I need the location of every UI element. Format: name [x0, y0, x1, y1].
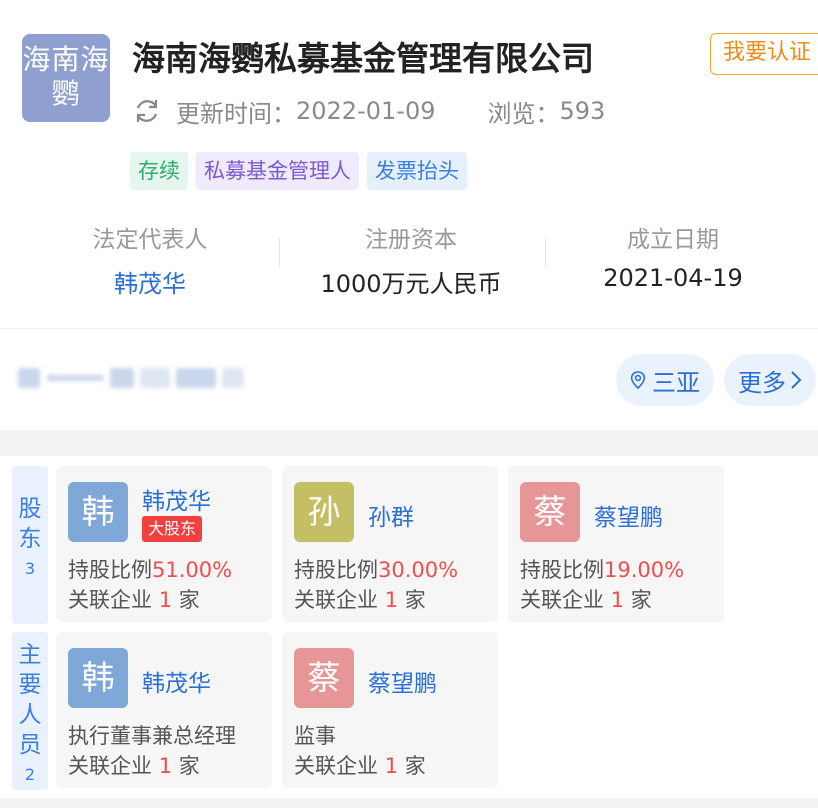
company-logo-text: 海南海鹦: [22, 43, 110, 110]
more-label: 更多: [738, 368, 786, 397]
views-value: 593: [559, 97, 606, 125]
related-companies[interactable]: 关联企业 1 家: [294, 750, 426, 780]
more-button[interactable]: 更多: [724, 354, 816, 406]
section-label-char: 主: [18, 642, 42, 668]
refresh-icon[interactable]: [132, 96, 162, 126]
shareholders-count: 3: [24, 559, 36, 578]
divider: [0, 328, 818, 329]
shareholder-card[interactable]: 韩 韩茂华 大股东 持股比例51.00% 关联企业 1 家: [56, 466, 272, 622]
section-label-char: 员: [18, 732, 42, 758]
company-logo: 海南海鹦: [22, 34, 110, 122]
updated-value: 2022-01-09: [296, 97, 436, 125]
tag-status[interactable]: 存续: [130, 152, 188, 190]
person-name[interactable]: 蔡望鹏: [368, 664, 437, 698]
section-separator: [0, 430, 818, 456]
avatar: 韩: [68, 648, 128, 708]
section-label-char: 股: [18, 496, 42, 522]
founded-block: 成立日期 2021-04-19: [538, 220, 808, 292]
location-city: 三亚: [652, 368, 700, 397]
company-name: 海南海鹦私募基金管理有限公司: [132, 39, 594, 78]
avatar: 蔡: [294, 648, 354, 708]
tag-invoice[interactable]: 发票抬头: [367, 152, 467, 190]
capital-label: 注册资本: [365, 227, 457, 253]
avatar: 孙: [294, 482, 354, 542]
section-label-char: 人: [18, 702, 42, 728]
legal-rep-block: 法定代表人 韩茂华: [15, 220, 285, 299]
related-companies[interactable]: 关联企业 1 家: [68, 584, 200, 614]
blurred-content: [18, 368, 244, 388]
major-shareholder-badge: 大股东: [142, 516, 203, 542]
share-ratio: 持股比例51.00%: [68, 558, 233, 582]
founded-label: 成立日期: [627, 227, 719, 253]
certify-button[interactable]: 我要认证: [710, 33, 818, 75]
views-label: 浏览：: [487, 99, 560, 128]
capital-block: 注册资本 1000万元人民币: [276, 220, 546, 299]
section-label-char: 东: [18, 526, 42, 552]
person-name[interactable]: 韩茂华: [142, 664, 211, 698]
shareholders-section-label[interactable]: 股 东 3: [12, 466, 48, 624]
shareholder-name[interactable]: 孙群: [368, 498, 414, 532]
person-role: 监事: [294, 724, 336, 748]
share-ratio: 持股比例30.00%: [294, 558, 459, 582]
location-pin-icon: [630, 371, 646, 390]
updated-label: 更新时间：: [176, 99, 296, 128]
section-label-char: 要: [18, 672, 42, 698]
key-people-count: 2: [24, 765, 36, 784]
related-companies[interactable]: 关联企业 1 家: [294, 584, 426, 614]
location-button[interactable]: 三亚: [616, 354, 714, 406]
avatar: 韩: [68, 482, 128, 542]
shareholder-card[interactable]: 孙 孙群 持股比例30.00% 关联企业 1 家: [282, 466, 498, 622]
shareholder-name[interactable]: 蔡望鹏: [594, 498, 663, 532]
capital-value: 1000万元人民币: [320, 270, 502, 298]
person-card[interactable]: 韩 韩茂华 执行董事兼总经理 关联企业 1 家: [56, 632, 272, 788]
related-companies[interactable]: 关联企业 1 家: [520, 584, 652, 614]
legal-rep-link[interactable]: 韩茂华: [15, 264, 285, 299]
related-companies[interactable]: 关联企业 1 家: [68, 750, 200, 780]
share-ratio: 持股比例19.00%: [520, 558, 685, 582]
avatar: 蔡: [520, 482, 580, 542]
status-tags: 存续 私募基金管理人 发票抬头: [130, 152, 467, 190]
shareholder-card[interactable]: 蔡 蔡望鹏 持股比例19.00% 关联企业 1 家: [508, 466, 724, 622]
chevron-right-icon: [791, 371, 802, 389]
tag-fund-manager[interactable]: 私募基金管理人: [196, 152, 359, 190]
key-people-section-label[interactable]: 主 要 人 员 2: [12, 632, 48, 790]
shareholder-name[interactable]: 韩茂华: [142, 482, 211, 516]
update-meta: 更新时间： 2022-01-09 浏览： 593: [132, 94, 605, 128]
person-card[interactable]: 蔡 蔡望鹏 监事 关联企业 1 家: [282, 632, 498, 788]
legal-rep-label: 法定代表人: [92, 227, 208, 253]
person-role: 执行董事兼总经理: [68, 724, 236, 748]
section-separator: [0, 798, 818, 808]
founded-value: 2021-04-19: [603, 264, 743, 292]
